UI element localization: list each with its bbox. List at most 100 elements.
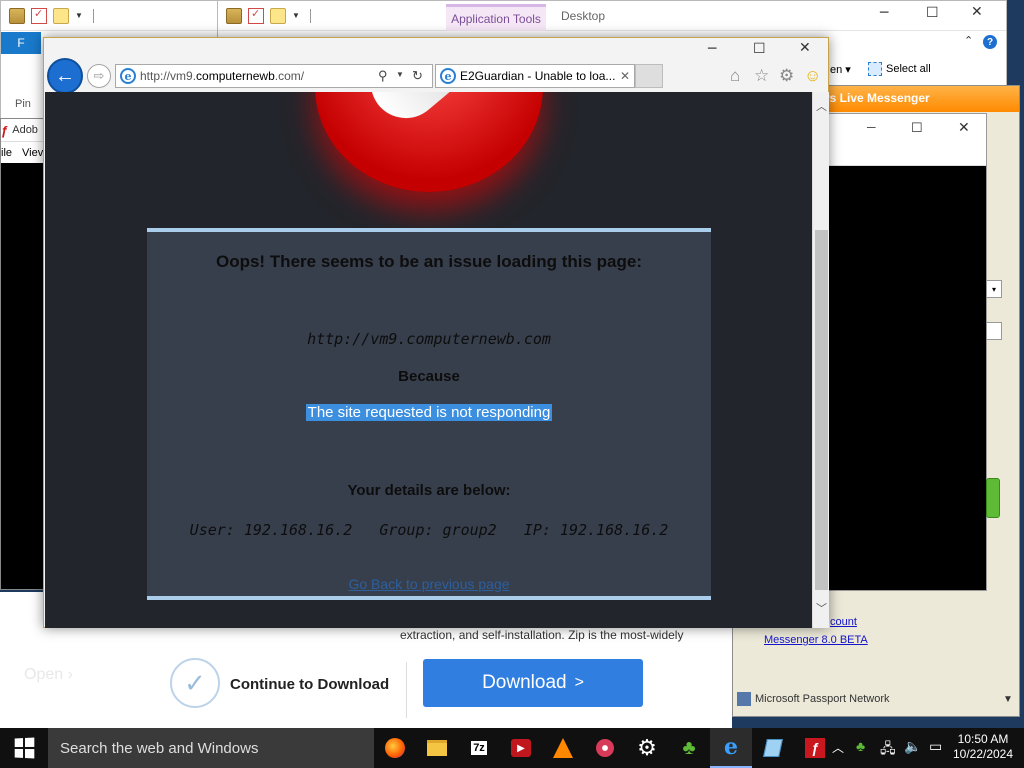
download-button[interactable]: Download > [423,659,643,707]
flash-icon: ƒ [1,122,9,138]
scroll-up-icon[interactable]: ︿ [816,98,827,114]
address-bar[interactable]: e http://vm9.computernewb.com/ ⚲ ▼ ↻ [115,64,433,88]
go-back-link[interactable]: Go Back to previous page [348,576,509,592]
network-icon[interactable]: 🖧 [880,738,896,762]
smiley-feedback-icon[interactable]: ☺ [804,66,821,86]
vlc-icon[interactable] [542,728,584,768]
tab-e2guardian[interactable]: e E2Guardian - Unable to loa... ✕ [435,64,635,88]
messenger-input[interactable] [986,322,1002,340]
search-dropdown-icon[interactable]: ▼ [396,70,404,79]
scroll-down-icon[interactable]: ﹀ [816,600,827,616]
messenger-link-account[interactable]: count [830,616,857,628]
settings-gear-icon[interactable]: ⚙ [626,728,668,768]
file-tab[interactable]: F [1,32,41,54]
ie-window: ← ⇨ e http://vm9.computernewb.com/ ⚲ ▼ ↻… [43,37,829,628]
internet-explorer-icon[interactable]: e [710,728,752,768]
pin-label[interactable]: Pin [15,98,31,110]
minimize-icon[interactable]: ─ [880,5,888,21]
minimize-icon[interactable]: ─ [867,120,876,134]
application-tools-tab[interactable]: Application Tools [446,4,546,31]
settings-gear-icon[interactable]: ⚙ [779,66,794,86]
ie-close-icon[interactable]: ✕ [799,40,811,56]
firefox-icon[interactable] [374,728,416,768]
go-back-link-wrap: Go Back to previous page [147,576,711,592]
user-details: User: 192.168.16.2 Group: group2 IP: 192… [189,521,669,539]
properties-icon[interactable] [248,7,264,24]
messenger-scroll-down-icon[interactable]: ▼ [1003,694,1013,705]
ie-minimize-icon[interactable]: ─ [708,41,716,57]
new-tab-button[interactable] [635,64,663,88]
help-icon[interactable]: ? [983,35,997,49]
maximize-icon[interactable]: ☐ [911,120,923,136]
home-icon[interactable]: ⌂ [730,66,740,86]
adobe-menu-bar: ile Viev [1,141,43,163]
error-page: Oops! There seems to be an issue loading… [45,92,812,628]
close-icon[interactable]: ✕ [958,119,970,136]
customize-toolbar-chevron-icon[interactable]: ▼ [75,11,83,20]
forward-button[interactable]: ⇨ [87,64,111,88]
tray-messenger-icon[interactable]: ♣ [856,738,865,754]
file-explorer-icon[interactable] [416,728,458,768]
messenger-buddies-icon[interactable]: ♣ [668,728,710,768]
windows-logo-icon [14,737,35,759]
action-center-icon[interactable]: ▭ [929,738,942,755]
folder-icon[interactable] [9,7,25,24]
window-title-desktop: Desktop [561,9,606,23]
reason-text: The site requested is not responding [147,404,711,421]
error-box: Oops! There seems to be an issue loading… [147,228,711,600]
tray-expand-icon[interactable]: ︿ [832,739,844,756]
blocked-url: http://vm9.computernewb.com [307,330,551,348]
open-dropdown[interactable]: en ▾ [830,63,851,76]
notepad-icon[interactable] [752,728,794,768]
search-box[interactable]: Search the web and Windows [48,728,374,768]
select-all-button[interactable]: Select all [868,62,931,76]
maximize-icon[interactable]: ☐ [926,5,939,21]
app-flower-icon[interactable] [584,728,626,768]
menu-file[interactable]: ile [1,147,12,159]
details-heading: Your details are below: [347,482,511,499]
messenger-inner-window: ─ ☐ ✕ [820,113,987,591]
search-icon[interactable]: ⚲ [378,68,388,84]
properties-icon[interactable] [31,7,47,24]
toolbar-divider [309,8,311,23]
because-label: Because [398,368,460,385]
sevenzip-icon[interactable]: 7z [458,728,500,768]
adobe-title-bar: ƒ Adob [1,119,43,141]
volume-icon[interactable]: 🔈 [904,738,921,755]
ie-maximize-icon[interactable]: ☐ [753,41,766,57]
back-button[interactable]: ← [47,58,83,94]
customize-toolbar-chevron-icon[interactable]: ▼ [292,11,300,20]
clock[interactable]: 10:50 AM 10/22/2024 [948,732,1018,762]
ribbon-collapse-chevron-icon[interactable]: ⌃ [964,34,973,47]
tab-close-icon[interactable]: ✕ [620,69,630,83]
toolbar-divider [92,8,94,23]
vertical-scrollbar[interactable]: ︿ ﹀ [812,92,829,628]
folder-icon[interactable] [226,7,242,24]
messenger-link-beta[interactable]: Messenger 8.0 BETA [764,634,868,646]
messenger-dropdown[interactable]: ▾ [986,280,1002,298]
download-chevron-icon: > [574,674,584,691]
passport-icon [737,692,751,706]
close-icon[interactable]: ✕ [971,4,983,20]
taskbar: Search the web and Windows 7z ▶ ⚙ ♣ e ƒ … [0,728,1024,768]
start-button[interactable] [0,728,48,768]
messenger-go-button[interactable] [986,478,1000,518]
new-folder-icon[interactable] [53,7,69,24]
ie-tab-icon: e [440,68,456,84]
divider-line [406,662,407,718]
scroll-thumb[interactable] [815,230,828,590]
new-folder-icon[interactable] [270,7,286,24]
messenger-footer: Microsoft Passport Network [737,692,889,706]
refresh-icon[interactable]: ↻ [412,68,423,84]
stop-sign-icon [315,92,543,192]
media-player-icon[interactable]: ▶ [500,728,542,768]
open-link[interactable]: Open › [24,666,73,684]
tab-title: E2Guardian - Unable to loa... [460,69,616,83]
favorites-star-icon[interactable]: ☆ [754,66,769,86]
flash-player-icon[interactable]: ƒ [794,728,836,768]
ie-toolbar: ← ⇨ e http://vm9.computernewb.com/ ⚲ ▼ ↻… [44,38,828,94]
menu-view[interactable]: Viev [22,147,43,159]
continue-label[interactable]: Continue to Download [230,676,389,693]
adobe-title: Adob [12,124,38,136]
adobe-window: ƒ Adob ile Viev [0,118,44,590]
